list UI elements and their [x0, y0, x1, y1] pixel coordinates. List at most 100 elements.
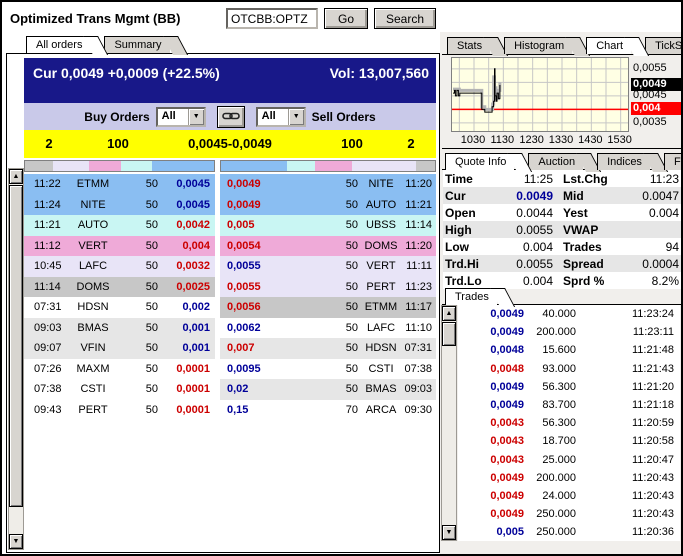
order-size: 50 [145, 198, 158, 211]
trade-row[interactable]: 0,0043 25.000 11:20:47 [458, 450, 680, 469]
buy-order-row[interactable]: 11:12 VERT 50 0,004 [24, 235, 215, 256]
order-time: 09:03 [404, 383, 432, 396]
order-size: 50 [145, 321, 158, 334]
trade-row[interactable]: 0,0049 200.000 11:23:11 [458, 323, 680, 342]
buy-order-row[interactable]: 11:22 ETMM 50 0,0045 [24, 174, 215, 195]
bid-price: 0,0001 [176, 362, 210, 375]
trade-price: 0,0049 [490, 380, 524, 393]
order-size: 50 [145, 383, 158, 396]
buy-order-row[interactable]: 09:07 VFIN 50 0,001 [24, 338, 215, 359]
quote-label: Cur [445, 188, 466, 203]
trade-row[interactable]: 0,0049 83.700 11:21:18 [458, 395, 680, 415]
buy-order-row[interactable]: 11:21 AUTO 50 0,0042 [24, 215, 215, 236]
quote-info-row: Trd.Lo 0.004 Sprd % 8.2% [443, 272, 681, 289]
trade-time: 11:23:24 [631, 308, 674, 321]
tab-flow[interactable]: Flow [663, 153, 681, 170]
sell-depth-strip [220, 160, 436, 172]
order-book-row: 07:26 MAXM 50 0,0001 0,0095 50 CSTI 07:38 [24, 358, 436, 379]
sell-order-row[interactable]: 0,0062 50 LAFC 11:10 [220, 317, 436, 338]
trade-row[interactable]: 0,0043 56.300 11:20:59 [458, 414, 680, 433]
symbol-input[interactable] [226, 8, 318, 29]
sell-order-row[interactable]: 0,007 50 HDSN 07:31 [220, 338, 436, 359]
buy-order-row[interactable]: 09:43 PERT 50 0,0001 [24, 399, 215, 420]
quote-label: Trades [563, 239, 602, 254]
go-button[interactable]: Go [324, 8, 368, 29]
scrollbar-thumb[interactable] [442, 322, 456, 346]
scroll-up-icon[interactable]: ▲ [442, 306, 456, 321]
trade-row[interactable]: 0,0049 24.000 11:20:43 [458, 486, 680, 506]
chart-y-label: 0,004 [631, 102, 681, 116]
chevron-down-icon[interactable]: ▼ [287, 108, 304, 125]
tab-trades[interactable]: Trades [445, 288, 497, 305]
order-time: 11:14 [405, 219, 432, 232]
trade-row[interactable]: 0,0049 40.000 11:23:24 [458, 305, 680, 324]
search-button[interactable]: Search [374, 8, 436, 29]
trade-row[interactable]: 0,0048 15.600 11:21:48 [458, 341, 680, 360]
tab-stats[interactable]: Stats [447, 37, 491, 54]
trade-row[interactable]: 0,0049 200.000 11:20:43 [458, 468, 680, 487]
market-maker: BMAS [365, 383, 397, 396]
trade-row[interactable]: 0,005 250.000 11:20:36 [458, 523, 680, 542]
order-time: 09:03 [34, 321, 62, 334]
sell-filter-select[interactable]: All ▼ [255, 106, 306, 127]
quote-label: Trd.Lo [445, 273, 482, 288]
sell-order-row[interactable]: 0,0055 50 PERT 11:23 [220, 276, 436, 297]
buy-order-row[interactable]: 07:31 HDSN 50 0,002 [24, 297, 215, 318]
sell-order-row[interactable]: 0,15 70 ARCA 09:30 [220, 399, 436, 420]
sell-order-row[interactable]: 0,005 50 UBSS 11:14 [220, 215, 436, 236]
chain-link-icon [221, 112, 240, 119]
sell-order-row[interactable]: 0,0049 50 AUTO 11:21 [220, 194, 436, 215]
trade-row[interactable]: 0,0049 56.300 11:21:20 [458, 377, 680, 396]
trade-size: 93.000 [542, 362, 576, 375]
order-book-scrollbar[interactable]: ▲ ▼ [8, 168, 24, 550]
tab-all-orders[interactable]: All orders [26, 36, 91, 53]
scroll-down-icon[interactable]: ▼ [9, 534, 23, 549]
order-size: 70 [345, 403, 358, 416]
trade-size: 18.700 [542, 435, 576, 448]
trades-scrollbar[interactable]: ▲ ▼ [441, 305, 457, 541]
quote-header: Cur 0,0049 +0,0009 (+22.5%) Vol: 13,007,… [24, 58, 436, 103]
order-time: 11:23 [405, 280, 432, 293]
chevron-down-icon[interactable]: ▼ [187, 108, 204, 125]
tab-summary[interactable]: Summary [104, 36, 170, 53]
trade-row[interactable]: 0,0043 18.700 11:20:58 [458, 432, 680, 451]
buy-order-row[interactable]: 10:45 LAFC 50 0,0032 [24, 256, 215, 277]
link-panes-button[interactable] [216, 105, 245, 128]
sell-order-row[interactable]: 0,0055 50 VERT 11:11 [220, 256, 436, 277]
ask-price: 0,007 [227, 342, 255, 355]
quote-value: 0.0044 [516, 205, 553, 220]
tab-tickscope[interactable]: TickScope [645, 37, 681, 54]
buy-order-row[interactable]: 11:24 NITE 50 0,0045 [24, 194, 215, 215]
scrollbar-thumb[interactable] [9, 185, 23, 507]
tab-quote-info[interactable]: Quote Info [445, 153, 515, 170]
buy-order-row[interactable]: 11:14 DOMS 50 0,0025 [24, 276, 215, 297]
sell-order-row[interactable]: 0,0049 50 NITE 11:20 [220, 174, 436, 195]
ask-price: 0,15 [227, 403, 249, 416]
buy-order-row[interactable]: 07:38 CSTI 50 0,0001 [24, 379, 215, 400]
buy-filter-select[interactable]: All ▼ [155, 106, 206, 127]
sell-order-row[interactable]: 0,02 50 BMAS 09:03 [220, 379, 436, 400]
order-time: 07:31 [34, 301, 62, 314]
tab-auction[interactable]: Auction [528, 153, 584, 170]
quote-label: Trd.Hi [445, 256, 480, 271]
tab-indices[interactable]: Indices [597, 153, 650, 170]
buy-order-row[interactable]: 07:26 MAXM 50 0,0001 [24, 358, 215, 379]
sell-order-row[interactable]: 0,0056 50 ETMM 11:17 [220, 297, 436, 318]
scroll-up-icon[interactable]: ▲ [9, 169, 23, 184]
order-size: 50 [145, 362, 158, 375]
tab-histogram[interactable]: Histogram [504, 37, 573, 54]
ask-price: 0,0049 [227, 178, 261, 191]
sell-order-row[interactable]: 0,0054 50 DOMS 11:20 [220, 235, 436, 256]
trade-row[interactable]: 0,0049 250.000 11:20:43 [458, 505, 680, 524]
market-maker: BMAS [77, 321, 109, 334]
trade-time: 11:20:59 [631, 417, 674, 430]
order-book-row: 09:43 PERT 50 0,0001 0,15 70 ARCA 09:30 [24, 399, 436, 420]
ask-price: 0,0055 [227, 260, 261, 273]
tab-chart[interactable]: Chart [586, 37, 632, 54]
scroll-down-icon[interactable]: ▼ [442, 525, 456, 540]
sell-order-row[interactable]: 0,0095 50 CSTI 07:38 [220, 358, 436, 379]
order-book-row: 11:24 NITE 50 0,0045 0,0049 50 AUTO 11:21 [24, 194, 436, 215]
buy-order-row[interactable]: 09:03 BMAS 50 0,001 [24, 317, 215, 338]
trade-row[interactable]: 0,0048 93.000 11:21:43 [458, 359, 680, 378]
quote-value: 8.2% [651, 273, 679, 288]
